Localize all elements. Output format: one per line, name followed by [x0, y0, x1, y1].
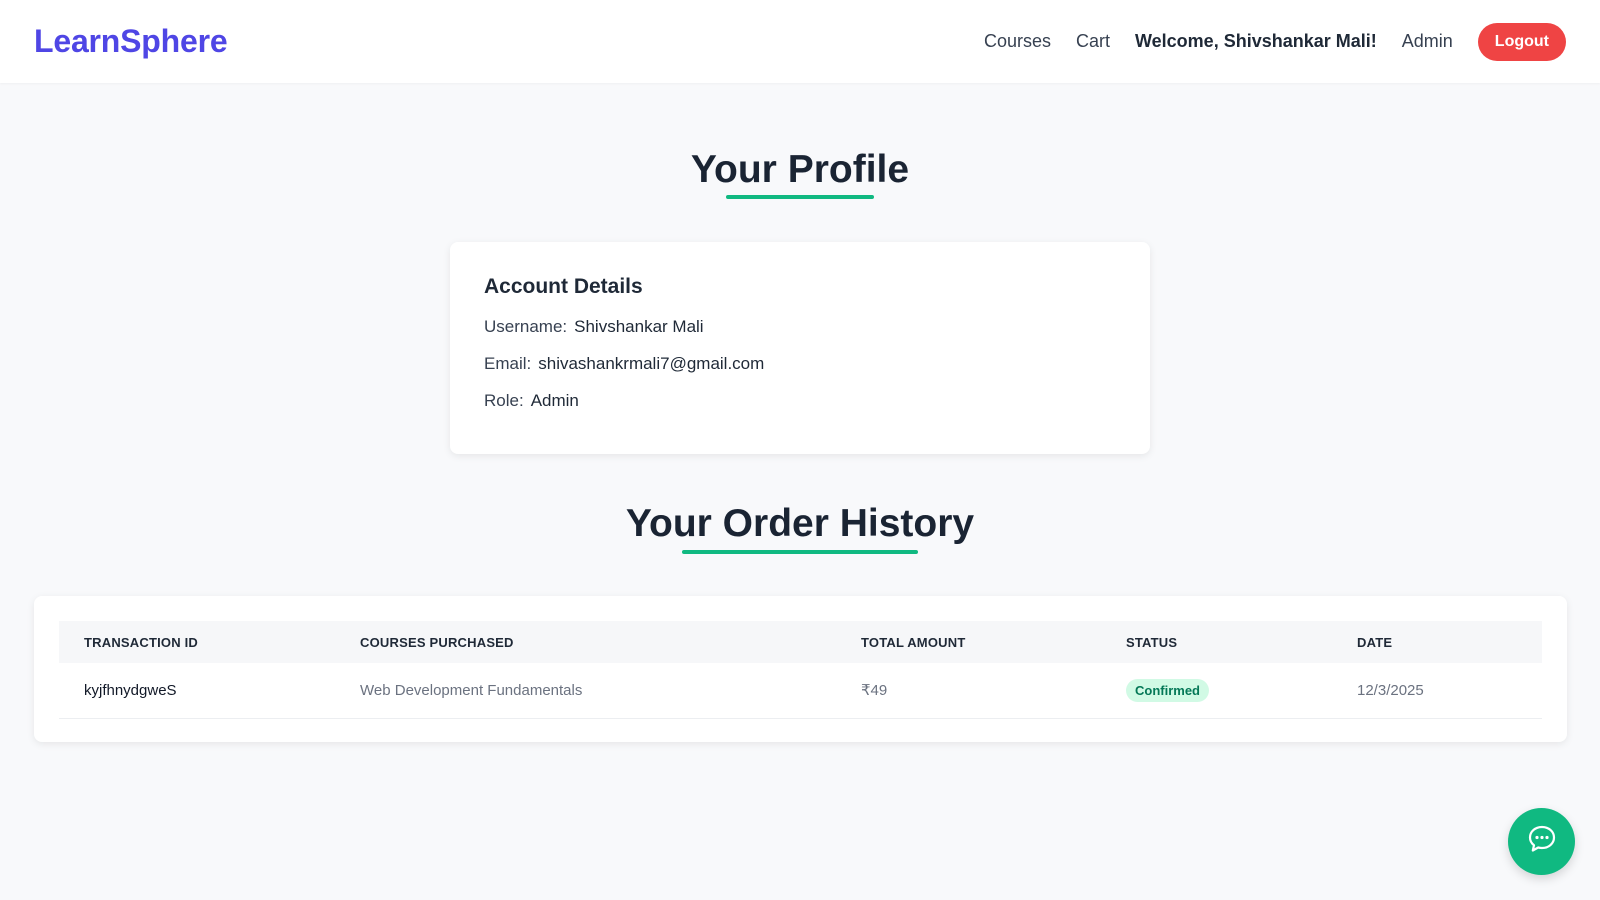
username-label: Username:: [484, 317, 568, 336]
nav-cart-link[interactable]: Cart: [1076, 31, 1110, 52]
cell-transaction-id: kyjfhnydgweS: [59, 663, 335, 719]
email-label: Email:: [484, 354, 532, 373]
brand-logo[interactable]: LearnSphere: [34, 23, 228, 60]
cell-date: 12/3/2025: [1332, 663, 1542, 719]
logout-button[interactable]: Logout: [1477, 22, 1566, 61]
account-details-heading: Account Details: [484, 275, 643, 298]
cell-courses: Web Development Fundamentals: [335, 663, 836, 719]
role-label: Role:: [484, 391, 524, 410]
table-row: kyjfhnydgweS Web Development Fundamental…: [59, 663, 1542, 719]
navbar: LearnSphere Courses Cart Welcome, Shivsh…: [0, 0, 1600, 83]
col-courses-purchased: COURSES PURCHASED: [360, 634, 514, 650]
role-value: Admin: [530, 391, 579, 410]
order-history-title: Your Order History: [625, 502, 975, 545]
order-history-card: TRANSACTION ID COURSES PURCHASED TOTAL A…: [34, 596, 1567, 742]
order-history-table: TRANSACTION ID COURSES PURCHASED TOTAL A…: [59, 621, 1542, 719]
profile-title-underline: [726, 195, 874, 199]
col-transaction-id: TRANSACTION ID: [84, 634, 199, 650]
nav-courses-link[interactable]: Courses: [984, 31, 1051, 52]
chat-button[interactable]: [1508, 808, 1575, 875]
order-history-title-underline: [682, 550, 918, 554]
account-details-card: Account Details Username: Shivshankar Mal…: [450, 242, 1150, 454]
username-value: Shivshankar Mali: [574, 317, 704, 336]
profile-title: Your Profile: [690, 148, 910, 191]
email-row: Email: shivashankrmali7@gmail.com: [484, 354, 1116, 375]
cell-amount: ₹49: [836, 663, 1101, 719]
table-header-row: TRANSACTION ID COURSES PURCHASED TOTAL A…: [59, 621, 1542, 663]
col-total-amount: TOTAL AMOUNT: [861, 634, 966, 650]
status-badge: Confirmed: [1126, 678, 1209, 702]
nav-links: Courses Cart Welcome, Shivshankar Mali! …: [959, 22, 1566, 61]
col-date: DATE: [1357, 634, 1393, 650]
cell-status: Confirmed: [1101, 663, 1332, 719]
chat-bubble-icon: [1527, 824, 1557, 859]
role-row: Role: Admin: [484, 391, 1116, 412]
username-row: Username: Shivshankar Mali: [484, 317, 1116, 338]
col-status: STATUS: [1126, 634, 1178, 650]
profile-page: LearnSphere Courses Cart Welcome, Shivsh…: [0, 0, 1600, 900]
welcome-text: Welcome, Shivshankar Mali!: [1135, 31, 1377, 51]
email-value: shivashankrmali7@gmail.com: [538, 354, 765, 373]
nav-admin-link[interactable]: Admin: [1402, 31, 1453, 52]
